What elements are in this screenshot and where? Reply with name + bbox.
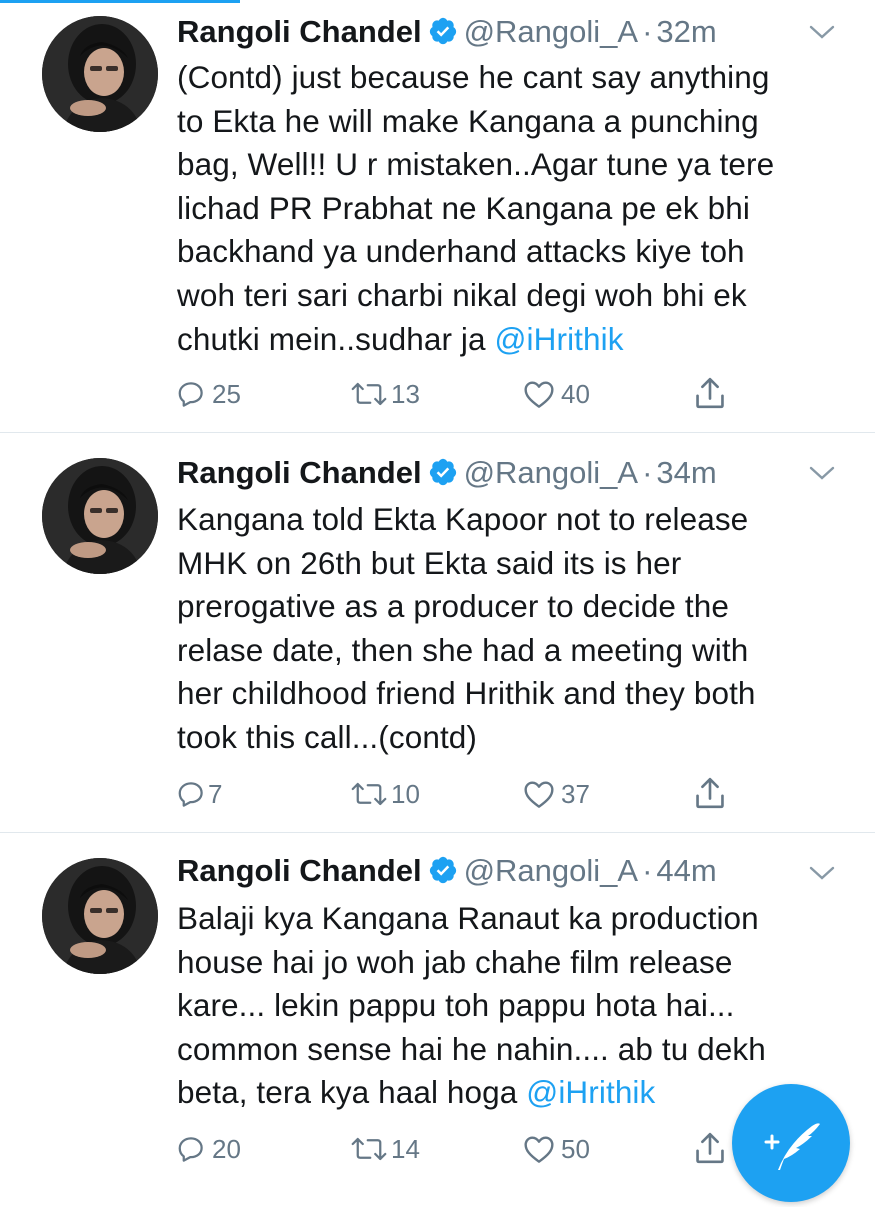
reply-icon — [178, 1137, 203, 1162]
reply-count: 25 — [212, 378, 241, 409]
reply-button[interactable]: 25 — [176, 374, 241, 414]
verified-badge-icon — [429, 458, 456, 486]
tweet-text-line: kare... lekin pappu toh pappu hota hai..… — [177, 987, 735, 1024]
heart-icon — [524, 781, 554, 808]
retweet-count: 13 — [391, 378, 420, 409]
avatar[interactable] — [42, 16, 158, 132]
like-count: 50 — [561, 1133, 590, 1164]
retweet-count: 10 — [391, 778, 420, 809]
tweet-text: (Contd) just because he cant say anythin… — [177, 56, 837, 361]
retweet-button[interactable]: 14 — [349, 1129, 420, 1169]
verified-badge-icon — [429, 17, 456, 45]
mention-link[interactable]: @iHrithik — [494, 321, 623, 357]
tweet-text-line: common sense hai he nahin.... ab tu dekh — [177, 1030, 766, 1067]
tweet-header: Rangoli Chandel @Rangoli_A · 32m — [177, 14, 717, 58]
reply-button[interactable]: 7 — [176, 774, 222, 814]
reply-icon — [178, 382, 203, 407]
separator-dot: · — [642, 14, 653, 49]
reply-count: 20 — [212, 1133, 241, 1164]
chevron-down-icon[interactable] — [808, 863, 836, 883]
separator-dot: · — [642, 455, 653, 490]
avatar[interactable] — [42, 858, 158, 974]
heart-icon — [524, 381, 554, 408]
retweet-button[interactable]: 10 — [349, 774, 420, 814]
author-name[interactable]: Rangoli Chandel — [177, 455, 422, 490]
avatar[interactable] — [42, 458, 158, 574]
like-button[interactable]: 50 — [523, 1129, 590, 1169]
tweet-text-line: MHK on 26th but Ekta said its is her — [177, 544, 682, 581]
chevron-down-icon[interactable] — [808, 22, 836, 42]
tweet-header: Rangoli Chandel @Rangoli_A · 34m — [177, 455, 717, 499]
retweet-icon — [351, 1137, 387, 1161]
heart-icon — [524, 1136, 554, 1163]
verified-badge-icon — [429, 856, 456, 884]
tweet-text-line: house hai jo woh jab chahe film release — [177, 943, 733, 980]
tweet-text-line: her childhood friend Hrithik and they bo… — [177, 675, 756, 712]
like-count: 37 — [561, 778, 590, 809]
tweet-text-line: took this call...(contd) — [177, 718, 478, 755]
share-button[interactable] — [693, 373, 727, 413]
author-handle[interactable]: @Rangoli_A — [464, 455, 639, 490]
tweet-text-line: bag, Well!! U r mistaken..Agar tune ya t… — [177, 146, 775, 183]
author-name[interactable]: Rangoli Chandel — [177, 14, 422, 49]
separator-dot: · — [642, 853, 653, 888]
tweet-text-line: prerogative as a producer to decide the — [177, 588, 729, 625]
tweet-header: Rangoli Chandel @Rangoli_A · 44m — [177, 853, 717, 897]
share-icon — [696, 377, 724, 409]
tweet-timestamp[interactable]: 34m — [656, 455, 716, 490]
share-button[interactable] — [693, 773, 727, 813]
tweet-text-line: (Contd) just because he cant say anythin… — [177, 59, 770, 95]
tweet-text-line: Balaji kya Kangana Ranaut ka production — [177, 900, 759, 936]
reply-icon — [178, 782, 203, 807]
like-count: 40 — [561, 378, 590, 409]
tweet-text-line: woh teri sari charbi nikal degi woh bhi … — [177, 276, 747, 313]
share-button[interactable] — [693, 1128, 727, 1168]
mention-link[interactable]: @iHrithik — [526, 1074, 655, 1110]
retweet-count: 14 — [391, 1133, 420, 1164]
tweet-timestamp[interactable]: 32m — [656, 14, 716, 49]
tweet-text: Balaji kya Kangana Ranaut ka production … — [177, 897, 837, 1115]
tweet-timestamp[interactable]: 44m — [656, 853, 716, 888]
reply-button[interactable]: 20 — [176, 1129, 241, 1169]
share-icon — [696, 777, 724, 809]
compose-tweet-button[interactable] — [732, 1084, 850, 1202]
retweet-icon — [351, 782, 387, 806]
author-handle[interactable]: @Rangoli_A — [464, 14, 639, 49]
author-handle[interactable]: @Rangoli_A — [464, 853, 639, 888]
like-button[interactable]: 40 — [523, 374, 590, 414]
tweet-text-line: to Ekta he will make Kangana a punching — [177, 102, 759, 139]
tweet[interactable]: Rangoli Chandel @Rangoli_A · 34m Kangana to… — [0, 433, 875, 833]
share-icon — [696, 1132, 724, 1164]
tweet-text-line: relase date, then she had a meeting with — [177, 631, 749, 668]
tweet-text-segment: chutki mein..sudhar ja — [177, 320, 495, 357]
author-name[interactable]: Rangoli Chandel — [177, 853, 422, 888]
chevron-down-icon[interactable] — [808, 463, 836, 483]
like-button[interactable]: 37 — [523, 774, 590, 814]
tweet-text-line: chutki mein..sudhar ja @iHrithik — [177, 318, 837, 362]
tweet[interactable]: Rangoli Chandel @Rangoli_A · 32m (Contd) ju… — [0, 0, 875, 433]
compose-tweet-icon — [764, 1123, 820, 1170]
retweet-icon — [351, 382, 387, 406]
reply-count: 7 — [208, 778, 223, 809]
tweet-text: Kangana told Ekta Kapoor not to release … — [177, 498, 837, 760]
tweet-text-line: Kangana told Ekta Kapoor not to release — [177, 501, 749, 537]
tweet-text-line: backhand ya underhand attacks kiye toh — [177, 233, 745, 270]
tweet-text-segment: beta, tera kya haal hoga — [177, 1074, 527, 1111]
retweet-button[interactable]: 13 — [349, 374, 420, 414]
tweet-text-line: lichad PR Prabhat ne Kangana pe ek bhi — [177, 189, 750, 226]
